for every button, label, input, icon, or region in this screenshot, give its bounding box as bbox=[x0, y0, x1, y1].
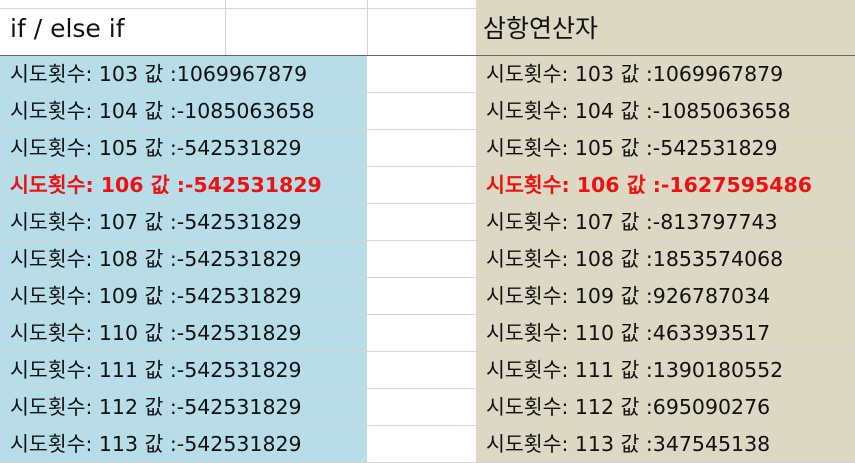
if-else-row[interactable]: 시도횟수: 110 값 :-542531829 bbox=[0, 315, 367, 352]
spreadsheet: if / else if 삼항연산자 시도횟수: 103 값 :10699678… bbox=[0, 0, 855, 463]
if-else-row[interactable]: 시도횟수: 103 값 :1069967879 bbox=[0, 56, 367, 93]
if-else-cell-text: 시도횟수: 107 값 :-542531829 bbox=[10, 210, 302, 234]
empty-cell[interactable] bbox=[367, 167, 476, 204]
ternary-row[interactable]: 시도횟수: 105 값 :-542531829 bbox=[476, 130, 855, 167]
if-else-row[interactable]: 시도횟수: 111 값 :-542531829 bbox=[0, 352, 367, 389]
empty-cell[interactable] bbox=[367, 278, 476, 315]
empty-cell[interactable] bbox=[367, 93, 476, 130]
ternary-row[interactable]: 시도횟수: 110 값 :463393517 bbox=[476, 315, 855, 352]
ternary-cell-text: 시도횟수: 104 값 :-1085063658 bbox=[486, 99, 791, 123]
if-else-cell-text: 시도횟수: 109 값 :-542531829 bbox=[10, 284, 302, 308]
ternary-row[interactable]: 시도횟수: 109 값 :926787034 bbox=[476, 278, 855, 315]
empty-cell[interactable] bbox=[367, 56, 476, 93]
if-else-cell-text: 시도횟수: 113 값 :-542531829 bbox=[10, 432, 302, 456]
ternary-cell-text: 시도횟수: 108 값 :1853574068 bbox=[486, 247, 784, 271]
ternary-row[interactable]: 시도횟수: 107 값 :-813797743 bbox=[476, 204, 855, 241]
empty-cell[interactable] bbox=[367, 315, 476, 352]
ternary-cell-text: 시도횟수: 107 값 :-813797743 bbox=[486, 210, 778, 234]
if-else-cell-text: 시도횟수: 112 값 :-542531829 bbox=[10, 395, 302, 419]
empty-cell[interactable] bbox=[367, 130, 476, 167]
empty-column bbox=[367, 56, 476, 463]
ternary-cell-text: 시도횟수: 113 값 :347545138 bbox=[486, 432, 771, 456]
empty-cell[interactable] bbox=[367, 389, 476, 426]
if-else-row[interactable]: 시도횟수: 109 값 :-542531829 bbox=[0, 278, 367, 315]
header-cell-ternary[interactable]: 삼항연산자 bbox=[476, 0, 855, 56]
if-else-row[interactable]: 시도횟수: 112 값 :-542531829 bbox=[0, 389, 367, 426]
if-else-cell-text: 시도횟수: 106 값 :-542531829 bbox=[10, 173, 322, 197]
ternary-cell-text: 시도횟수: 110 값 :463393517 bbox=[486, 321, 771, 345]
ternary-cell-text: 시도횟수: 111 값 :1390180552 bbox=[486, 358, 784, 382]
ternary-column: 시도횟수: 103 값 :1069967879 시도횟수: 104 값 :-108… bbox=[476, 56, 855, 463]
gridline bbox=[0, 8, 476, 9]
if-else-cell-text: 시도횟수: 111 값 :-542531829 bbox=[10, 358, 302, 382]
if-else-row[interactable]: 시도횟수: 104 값 :-1085063658 bbox=[0, 93, 367, 130]
ternary-cell-text: 시도횟수: 109 값 :926787034 bbox=[486, 284, 771, 308]
ternary-row[interactable]: 시도횟수: 112 값 :695090276 bbox=[476, 389, 855, 426]
empty-cell[interactable] bbox=[367, 352, 476, 389]
ternary-row[interactable]: 시도횟수: 113 값 :347545138 bbox=[476, 426, 855, 463]
if-else-cell-text: 시도횟수: 103 값 :1069967879 bbox=[10, 62, 308, 86]
header-title-if-else: if / else if bbox=[10, 14, 125, 43]
empty-cell[interactable] bbox=[367, 426, 476, 463]
if-else-row[interactable]: 시도횟수: 105 값 :-542531829 bbox=[0, 130, 367, 167]
if-else-row[interactable]: 시도횟수: 107 값 :-542531829 bbox=[0, 204, 367, 241]
ternary-row[interactable]: 시도횟수: 108 값 :1853574068 bbox=[476, 241, 855, 278]
ternary-cell-text: 시도횟수: 106 값 :-1627595486 bbox=[486, 173, 813, 197]
ternary-cell-text: 시도횟수: 103 값 :1069967879 bbox=[486, 62, 784, 86]
ternary-row[interactable]: 시도횟수: 103 값 :1069967879 bbox=[476, 56, 855, 93]
if-else-cell-text: 시도횟수: 108 값 :-542531829 bbox=[10, 247, 302, 271]
ternary-cell-text: 시도횟수: 112 값 :695090276 bbox=[486, 395, 771, 419]
empty-cell[interactable] bbox=[367, 204, 476, 241]
if-else-cell-text: 시도횟수: 110 값 :-542531829 bbox=[10, 321, 302, 345]
ternary-row[interactable]: 시도횟수: 111 값 :1390180552 bbox=[476, 352, 855, 389]
header-cell-if-else[interactable]: if / else if bbox=[0, 0, 476, 56]
if-else-cell-text: 시도횟수: 104 값 :-1085063658 bbox=[10, 99, 315, 123]
ternary-row[interactable]: 시도횟수: 106 값 :-1627595486 bbox=[476, 167, 855, 204]
gridline bbox=[225, 0, 226, 56]
if-else-column: 시도횟수: 103 값 :1069967879 시도횟수: 104 값 :-108… bbox=[0, 56, 367, 463]
ternary-row[interactable]: 시도횟수: 104 값 :-1085063658 bbox=[476, 93, 855, 130]
if-else-row[interactable]: 시도횟수: 108 값 :-542531829 bbox=[0, 241, 367, 278]
ternary-cell-text: 시도횟수: 105 값 :-542531829 bbox=[486, 136, 778, 160]
if-else-row[interactable]: 시도횟수: 113 값 :-542531829 bbox=[0, 426, 367, 463]
empty-cell[interactable] bbox=[367, 241, 476, 278]
gridline bbox=[367, 0, 368, 56]
if-else-row[interactable]: 시도횟수: 106 값 :-542531829 bbox=[0, 167, 367, 204]
header-title-ternary: 삼항연산자 bbox=[483, 14, 599, 43]
if-else-cell-text: 시도횟수: 105 값 :-542531829 bbox=[10, 136, 302, 160]
